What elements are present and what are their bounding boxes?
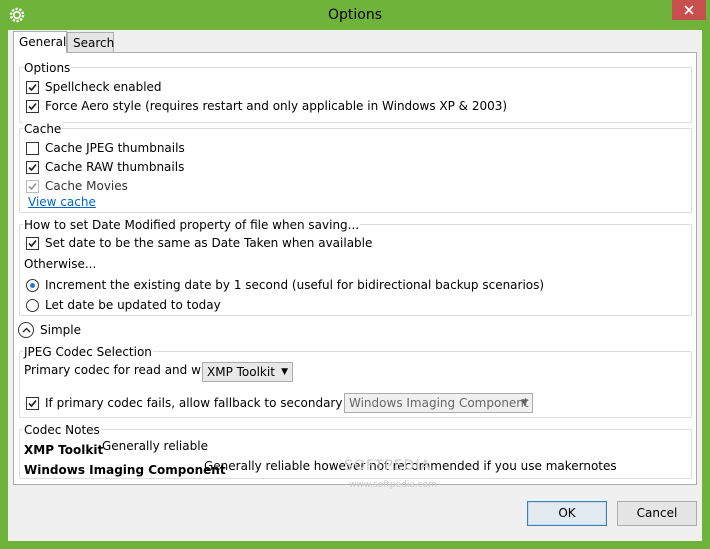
increment-label: Increment the existing date by 1 second … — [45, 278, 545, 292]
primary-codec-label: Primary codec for read and write — [24, 363, 222, 377]
codec-note-name: Windows Imaging Component — [24, 463, 226, 477]
today-label: Let date be updated to today — [45, 298, 221, 312]
checkbox-box — [26, 236, 39, 250]
checkbox-box — [26, 179, 39, 193]
view-cache-link[interactable]: View cache — [28, 195, 96, 209]
checkbox-box — [26, 80, 39, 94]
secondary-codec-value: Windows Imaging Component — [349, 396, 529, 410]
checkmark-icon — [28, 83, 37, 91]
options-group-title: Options — [23, 61, 72, 75]
cancel-button[interactable]: Cancel — [617, 501, 697, 526]
checkmark-icon — [28, 163, 37, 171]
ok-button[interactable]: OK — [527, 501, 607, 526]
radio-circle — [26, 298, 39, 312]
otherwise-label: Otherwise... — [24, 257, 97, 271]
tab-general[interactable]: General — [13, 31, 67, 53]
options-group — [19, 67, 692, 123]
radio-circle — [26, 278, 39, 292]
jpeg-codec-group-title: JPEG Codec Selection — [23, 345, 153, 359]
softpedia-watermark: SOFTPEDIA — [344, 458, 432, 474]
chevron-up-icon — [18, 322, 34, 338]
window-title: Options — [327, 7, 383, 23]
same-as-taken-checkbox[interactable]: Set date to be the same as Date Taken wh… — [26, 236, 372, 250]
force-aero-label: Force Aero style (requires restart and o… — [45, 99, 508, 113]
cache-movies-label: Cache Movies — [45, 179, 128, 193]
cache-group-title: Cache — [23, 122, 63, 136]
cache-movies-checkbox: Cache Movies — [26, 179, 128, 193]
fallback-label: If primary codec fails, allow fallback t… — [45, 396, 382, 410]
checkmark-icon — [28, 399, 37, 407]
checkbox-box — [26, 99, 39, 113]
checkbox-box — [26, 396, 39, 410]
tab-search[interactable]: Search — [67, 32, 114, 52]
simple-expander[interactable]: Simple — [18, 322, 81, 338]
options-window: Options General Search Options Spellchec… — [0, 0, 710, 549]
primary-codec-select[interactable]: XMP Toolkit ▼ — [202, 362, 293, 382]
same-as-taken-label: Set date to be the same as Date Taken wh… — [45, 236, 373, 250]
spellcheck-checkbox[interactable]: Spellcheck enabled — [26, 80, 162, 94]
checkbox-box — [26, 160, 39, 174]
dialog-client: General Search Options Spellcheck enable… — [8, 30, 702, 541]
codec-note-text: Generally reliable — [102, 439, 208, 453]
softpedia-watermark-url: www.softpedia.com — [349, 480, 437, 490]
close-icon — [684, 5, 694, 15]
secondary-codec-select[interactable]: Windows Imaging Component ▼ — [344, 393, 533, 413]
date-modified-group-title: How to set Date Modified property of fil… — [23, 218, 361, 232]
spellcheck-label: Spellcheck enabled — [45, 80, 162, 94]
title-bar[interactable]: Options — [0, 0, 710, 30]
primary-codec-value: XMP Toolkit — [207, 365, 275, 379]
checkmark-icon — [28, 102, 37, 110]
checkmark-icon — [28, 182, 37, 190]
increment-radio[interactable]: Increment the existing date by 1 second … — [26, 278, 544, 292]
cache-raw-checkbox[interactable]: Cache RAW thumbnails — [26, 160, 184, 174]
chevron-down-icon: ▼ — [521, 398, 528, 408]
codec-note-name: XMP Toolkit — [24, 443, 104, 457]
simple-label: Simple — [40, 323, 81, 337]
today-radio[interactable]: Let date be updated to today — [26, 298, 221, 312]
force-aero-checkbox[interactable]: Force Aero style (requires restart and o… — [26, 99, 507, 113]
cache-jpeg-label: Cache JPEG thumbnails — [45, 141, 185, 155]
checkmark-icon — [28, 239, 37, 247]
fallback-checkbox[interactable]: If primary codec fails, allow fallback t… — [26, 396, 382, 410]
checkbox-box — [26, 141, 39, 155]
codec-notes-group-title: Codec Notes — [23, 423, 101, 437]
chevron-down-icon: ▼ — [281, 367, 288, 377]
cache-jpeg-checkbox[interactable]: Cache JPEG thumbnails — [26, 141, 185, 155]
cache-raw-label: Cache RAW thumbnails — [45, 160, 185, 174]
close-button[interactable] — [672, 0, 706, 20]
radio-dot — [30, 282, 35, 288]
general-tab-panel: Options Spellcheck enabled Force Aero st… — [13, 52, 697, 490]
